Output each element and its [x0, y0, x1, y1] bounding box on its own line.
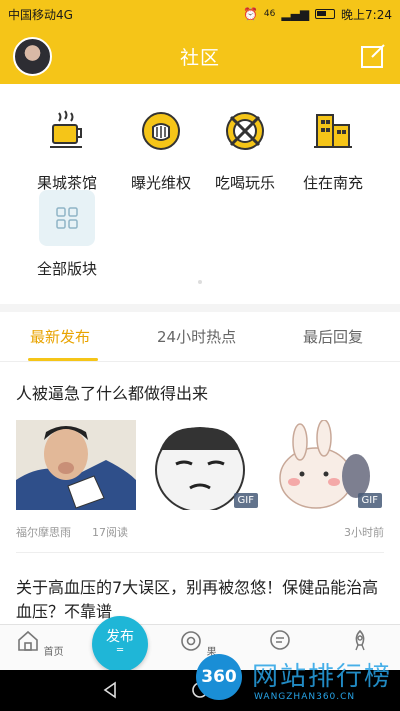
- app-header: 社区: [0, 28, 400, 84]
- gif-badge: GIF: [233, 493, 258, 508]
- back-icon[interactable]: [100, 680, 120, 700]
- home-icon: [18, 630, 39, 651]
- category-label: 曝光维权: [130, 174, 191, 192]
- pager-dot: [198, 280, 202, 284]
- compose-icon[interactable]: [360, 43, 386, 69]
- page-title: 社区: [179, 46, 220, 69]
- post-title[interactable]: 关于高血压的7大误区，别再被忽悠！保健品能治高血压？不靠谱: [16, 576, 386, 624]
- system-nav-bar: [0, 670, 400, 711]
- publish-button[interactable]: 发布 ═: [92, 616, 148, 672]
- carrier-text: 中国移动4G: [8, 7, 73, 22]
- post-reads: 17阅读: [92, 526, 128, 539]
- nav-eye[interactable]: 果: [168, 629, 228, 658]
- tab-last-reply[interactable]: 最后回复: [303, 326, 363, 347]
- post-image[interactable]: GIF: [140, 420, 260, 510]
- publish-label: 发布: [106, 629, 134, 645]
- category-label: 全部版块: [36, 260, 97, 278]
- nav-label: 首页: [43, 647, 64, 658]
- post-image[interactable]: GIF: [264, 420, 384, 510]
- building-icon: [304, 102, 362, 160]
- category-label: 住在南充: [302, 174, 363, 192]
- publish-mark: ═: [116, 645, 124, 656]
- clock-text: 晚上7:24: [341, 7, 392, 22]
- tab-latest[interactable]: 最新发布: [30, 326, 90, 347]
- signal-text: 46: [263, 9, 276, 19]
- category-label: 吃喝玩乐: [214, 174, 275, 192]
- category-all[interactable]: 全部版块: [22, 190, 112, 279]
- post-time: 3小时前: [344, 526, 384, 539]
- category-panel: 果城茶馆 曝光维权 吃喝玩乐 住在南充 全部版块: [0, 84, 400, 304]
- eye-icon: [181, 631, 202, 651]
- tea-cup-icon: [38, 102, 96, 160]
- home-circle-icon[interactable]: [190, 680, 210, 700]
- post-author[interactable]: 福尔摩思雨: [16, 524, 71, 540]
- nav-rocket[interactable]: [330, 629, 390, 658]
- post-title[interactable]: 人被逼急了什么都做得出来: [16, 382, 386, 406]
- category-tea-house[interactable]: 果城茶馆: [22, 102, 112, 193]
- avatar[interactable]: [13, 37, 52, 76]
- category-live-nanchong[interactable]: 住在南充: [288, 102, 378, 193]
- status-bar: 中国移动4G ⏰ 46 ▂▄▆ 晚上7:24: [0, 0, 400, 28]
- post-image[interactable]: [16, 420, 136, 510]
- battery-icon: [315, 9, 336, 19]
- tab-indicator: [28, 358, 98, 361]
- divider: [16, 552, 384, 553]
- fork-knife-icon: [216, 102, 274, 160]
- grid-icon: [39, 190, 95, 246]
- category-food-fun[interactable]: 吃喝玩乐: [200, 102, 290, 193]
- fist-icon: [132, 102, 190, 160]
- nav-chat[interactable]: [250, 629, 310, 658]
- gif-badge: GIF: [357, 493, 382, 508]
- nav-home[interactable]: 首页: [10, 629, 70, 658]
- bottom-nav: 首页 果: [0, 624, 400, 670]
- tab-24h-hot[interactable]: 24小时热点: [157, 326, 236, 347]
- chat-icon: [270, 630, 290, 650]
- post-feed: 人被逼急了什么都做得出来 GIF GIF 福尔摩思雨 17阅读 3小时前 关于高…: [0, 362, 400, 624]
- alarm-icon: ⏰: [242, 7, 258, 21]
- rocket-icon: [355, 629, 365, 651]
- status-icons: ⏰ 46 ▂▄▆ 晚上7:24: [243, 6, 392, 23]
- feed-tabs: 最新发布 24小时热点 最后回复: [0, 312, 400, 362]
- nav-label: 果: [206, 647, 217, 658]
- meme-image-1: [16, 420, 136, 510]
- category-exposure[interactable]: 曝光维权: [116, 102, 206, 193]
- signal-icon: ▂▄▆: [281, 7, 310, 21]
